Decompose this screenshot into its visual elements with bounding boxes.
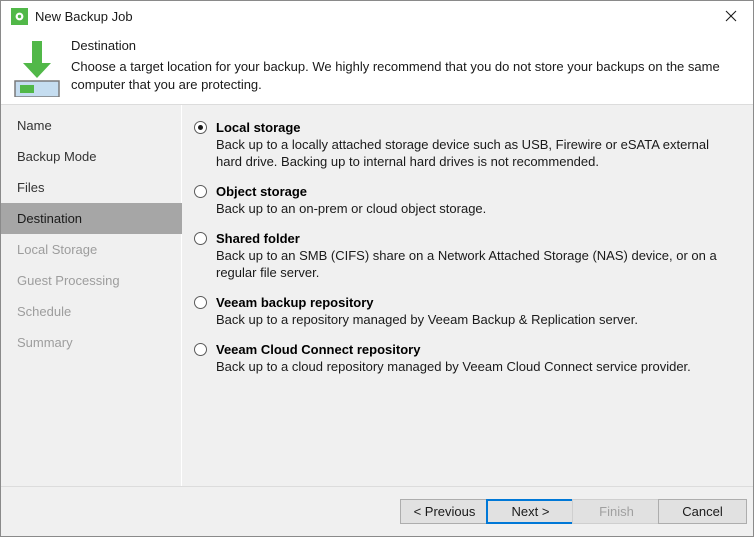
- option-veeam-cloud-connect-repository-description: Back up to a cloud repository managed by…: [216, 359, 691, 374]
- sidebar-item-files[interactable]: Files: [1, 172, 182, 203]
- option-local-storage-label: Local storage: [216, 120, 301, 135]
- option-local-storage[interactable]: Local storage Back up to a locally attac…: [194, 119, 744, 170]
- sidebar-item-local-storage[interactable]: Local Storage: [1, 234, 182, 265]
- wizard-header: Destination Choose a target location for…: [1, 32, 753, 105]
- radio-object-storage[interactable]: [194, 185, 207, 198]
- option-veeam-cloud-connect-repository[interactable]: Veeam Cloud Connect repository Back up t…: [194, 341, 744, 375]
- wizard-step-list: Name Backup Mode Files Destination Local…: [1, 110, 182, 358]
- destination-options-panel: Local storage Back up to a locally attac…: [183, 105, 753, 486]
- sidebar-item-name[interactable]: Name: [1, 110, 182, 141]
- option-shared-folder-label: Shared folder: [216, 231, 300, 246]
- option-veeam-backup-repository-description: Back up to a repository managed by Veeam…: [216, 312, 639, 327]
- cancel-button[interactable]: Cancel: [658, 499, 747, 524]
- wizard-sidebar: Name Backup Mode Files Destination Local…: [1, 105, 182, 486]
- radio-local-storage[interactable]: [194, 121, 207, 134]
- sidebar-item-schedule[interactable]: Schedule: [1, 296, 182, 327]
- radio-shared-folder[interactable]: [194, 232, 207, 245]
- new-backup-job-dialog: New Backup Job Destination Choose a targ…: [0, 0, 754, 537]
- destination-radio-group: Local storage Back up to a locally attac…: [194, 119, 744, 388]
- previous-button[interactable]: < Previous: [400, 499, 489, 524]
- option-veeam-backup-repository[interactable]: Veeam backup repository Back up to a rep…: [194, 294, 744, 328]
- option-shared-folder-description: Back up to an SMB (CIFS) share on a Netw…: [216, 248, 717, 280]
- option-local-storage-description: Back up to a locally attached storage de…: [216, 137, 710, 169]
- title-bar: New Backup Job: [1, 1, 753, 32]
- sidebar-item-destination[interactable]: Destination: [1, 203, 182, 234]
- option-object-storage[interactable]: Object storage Back up to an on-prem or …: [194, 183, 744, 217]
- option-shared-folder[interactable]: Shared folder Back up to an SMB (CIFS) s…: [194, 230, 744, 281]
- option-veeam-cloud-connect-repository-label: Veeam Cloud Connect repository: [216, 342, 421, 357]
- download-to-storage-icon: [11, 35, 63, 98]
- dialog-body: Name Backup Mode Files Destination Local…: [1, 105, 753, 486]
- gear-icon: [11, 8, 28, 25]
- close-icon[interactable]: [708, 1, 753, 31]
- sidebar-item-guest-processing[interactable]: Guest Processing: [1, 265, 182, 296]
- option-object-storage-description: Back up to an on-prem or cloud object st…: [216, 201, 487, 216]
- sidebar-item-summary[interactable]: Summary: [1, 327, 182, 358]
- radio-veeam-backup-repository[interactable]: [194, 296, 207, 309]
- page-title: Destination: [71, 38, 137, 53]
- finish-button: Finish: [572, 499, 661, 524]
- radio-veeam-cloud-connect-repository[interactable]: [194, 343, 207, 356]
- next-button[interactable]: Next >: [486, 499, 575, 524]
- page-description: Choose a target location for your backup…: [71, 59, 720, 92]
- sidebar-item-backup-mode[interactable]: Backup Mode: [1, 141, 182, 172]
- dialog-footer: < Previous Next > Finish Cancel: [1, 486, 753, 536]
- option-object-storage-label: Object storage: [216, 184, 308, 199]
- option-veeam-backup-repository-label: Veeam backup repository: [216, 295, 374, 310]
- window-title: New Backup Job: [35, 9, 133, 24]
